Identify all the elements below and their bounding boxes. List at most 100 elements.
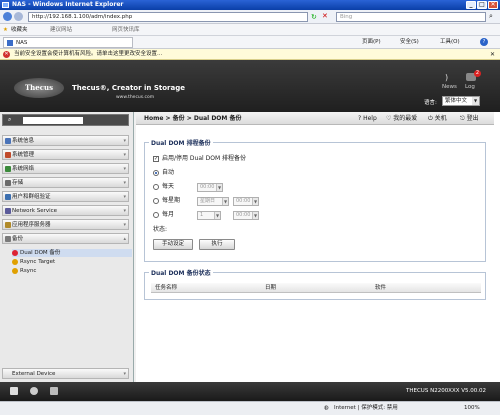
maximize-button[interactable]: □ [477, 1, 487, 9]
log-link[interactable]: Log [465, 84, 475, 90]
select-value: 00:00 [236, 198, 251, 204]
chevron-down-icon: ▼ [252, 198, 258, 205]
url-input[interactable]: http://192.168.1.100/adm/index.php [28, 12, 308, 22]
menu-tools[interactable]: 工具(O) [440, 37, 460, 48]
favorites-button[interactable]: 收藏夹 [11, 24, 28, 36]
help-link[interactable]: ? Help [358, 112, 377, 125]
radio-daily[interactable]: 每天 [153, 183, 174, 191]
close-warning-icon[interactable]: ✕ [490, 49, 495, 60]
radio-label: 每星期 [162, 197, 181, 204]
disk-icon[interactable] [30, 387, 38, 395]
window-titlebar: NAS - Windows Internet Explorer _ □ ✕ [0, 0, 500, 10]
weekly-time-select[interactable]: 00:00 ▼ [233, 197, 259, 206]
security-warning-bar[interactable]: ✕ 当前安全设置会使计算机有风险。请单击这里更改安全设置... ✕ [0, 49, 500, 60]
column-software[interactable]: 软件 [375, 283, 386, 293]
chevron-down-icon: ▼ [214, 212, 220, 219]
radio-monthly[interactable]: 每月 [153, 211, 174, 219]
chevron-down-icon: ▼ [472, 97, 479, 105]
column-date[interactable]: 日期 [265, 283, 276, 293]
ie-icon [2, 2, 9, 8]
chevron-down-icon: ▾ [123, 194, 126, 200]
stop-icon[interactable]: ✕ [322, 12, 328, 20]
app-header: Thecus Thecus®, Creator in Storage www.t… [0, 60, 500, 112]
sidebar-subitem-dual-dom[interactable]: Dual DOM 备份 [12, 249, 132, 257]
dual-dom-status-panel: Dual DOM 备份状态 任务名称 日期 软件 [144, 268, 486, 300]
refresh-icon[interactable]: ↻ [311, 13, 317, 21]
sidebar-item-label: 系统管理 [12, 152, 35, 158]
minimize-button[interactable]: _ [466, 1, 476, 9]
select-value: 00:00 [236, 212, 251, 218]
site-url: www.thecus.com [116, 95, 155, 100]
manual-setup-button[interactable]: 手动设定 [153, 239, 193, 250]
sidebar-item-system-management[interactable]: 系统管理 ▾ [2, 149, 129, 160]
enable-checkbox[interactable]: ✓ 启用/停用 Dual DOM 排程备份 [153, 155, 246, 163]
sidebar-item-backup[interactable]: 备份 ▴ [2, 233, 129, 244]
suggested-sites-link[interactable]: 建议网站 [50, 24, 72, 36]
run-button[interactable]: 执行 [199, 239, 235, 250]
radio-label: 自动 [162, 169, 175, 176]
sidebar-subitem-rsync-target[interactable]: Rsync Target [12, 258, 55, 266]
radio-auto[interactable]: 自动 [153, 169, 174, 177]
users-icon [5, 194, 11, 200]
favorites-link[interactable]: ♡ 我的最爱 [386, 112, 417, 125]
monthly-day-select[interactable]: 1 ▼ [197, 211, 221, 220]
warning-text: 当前安全设置会使计算机有风险。请单击这里更改安全设置... [14, 51, 163, 57]
radio-icon [153, 169, 159, 176]
close-button[interactable]: ✕ [488, 1, 498, 9]
back-icon[interactable] [3, 12, 12, 21]
sidebar-item-external-device[interactable]: External Device ▾ [2, 368, 129, 379]
language-label: 语言: [424, 100, 437, 106]
sidebar-item-network-service[interactable]: Network Service ▾ [2, 205, 129, 216]
network-icon [5, 166, 11, 172]
monitor-icon[interactable] [10, 387, 18, 395]
network-icon[interactable] [50, 387, 58, 395]
language-select[interactable]: 繁体中文 ▼ [442, 96, 480, 106]
sidebar-item-users[interactable]: 用户和群组验证 ▾ [2, 191, 129, 202]
rss-icon[interactable]: ) [445, 73, 448, 82]
menu-safety[interactable]: 安全(S) [400, 37, 419, 48]
forward-icon[interactable] [14, 12, 23, 21]
news-link[interactable]: News [442, 84, 457, 90]
sidebar-subitem-rsync[interactable]: Rsync [12, 267, 36, 275]
panel-title: Dual DOM 备份状态 [149, 268, 213, 277]
tab-title: NAS [16, 40, 28, 46]
info-icon [5, 138, 11, 144]
help-label: Help [363, 115, 377, 122]
help-icon[interactable]: ? [480, 38, 488, 46]
sidebar-item-storage[interactable]: 存储 ▾ [2, 177, 129, 188]
monthly-time-select[interactable]: 00:00 ▼ [233, 211, 259, 220]
select-value: 00:00 [200, 184, 215, 190]
search-icon[interactable]: ⌕ [489, 12, 493, 21]
model-version: THECUS N2200XXX V5.00.02 [406, 388, 486, 394]
radio-weekly[interactable]: 每星期 [153, 197, 180, 205]
logout-link[interactable]: ⎋ 登出 [460, 112, 479, 125]
sidebar-item-system-network[interactable]: 系统网络 ▾ [2, 163, 129, 174]
warning-icon: ✕ [3, 51, 10, 58]
column-task-name[interactable]: 任务名称 [155, 283, 177, 293]
menu-page[interactable]: 页面(P) [362, 37, 381, 48]
chevron-down-icon: ▼ [216, 184, 222, 191]
shutdown-label: 关机 [434, 115, 447, 122]
logout-label: 登出 [466, 115, 479, 122]
weekly-day-select[interactable]: 星期日 ▼ [197, 197, 229, 206]
sidebar-item-system-info[interactable]: 系统信息 ▾ [2, 135, 129, 146]
breadcrumb-text: Home > 备份 > Dual DOM 备份 [144, 115, 242, 122]
storage-icon [5, 180, 11, 186]
daily-time-select[interactable]: 00:00 ▼ [197, 183, 223, 192]
radio-icon [153, 183, 159, 190]
status-label: 状态: [153, 226, 168, 233]
service-icon [5, 208, 11, 214]
tab-nas[interactable]: NAS [3, 37, 133, 48]
web-slice-gallery-link[interactable]: 网页快讯库 [112, 24, 140, 36]
chevron-down-icon: ▾ [123, 166, 126, 172]
sidebar-item-label: 系统信息 [12, 138, 35, 144]
zoom-level[interactable]: 100% [464, 402, 480, 415]
search-input[interactable]: Bing [336, 12, 486, 22]
sidebar-search-input[interactable] [23, 117, 83, 124]
tab-bar: NAS 页面(P) 安全(S) 工具(O) ? [0, 36, 500, 49]
sidebar-search: ⌕ [2, 114, 129, 126]
sidebar-item-app-server[interactable]: 应用程序服务器 ▾ [2, 219, 129, 230]
sidebar-subitem-label: Dual DOM 备份 [20, 250, 61, 256]
zone-text: Internet | 保护模式: 禁用 [334, 405, 398, 411]
shutdown-link[interactable]: ⏻ 关机 [428, 112, 447, 125]
